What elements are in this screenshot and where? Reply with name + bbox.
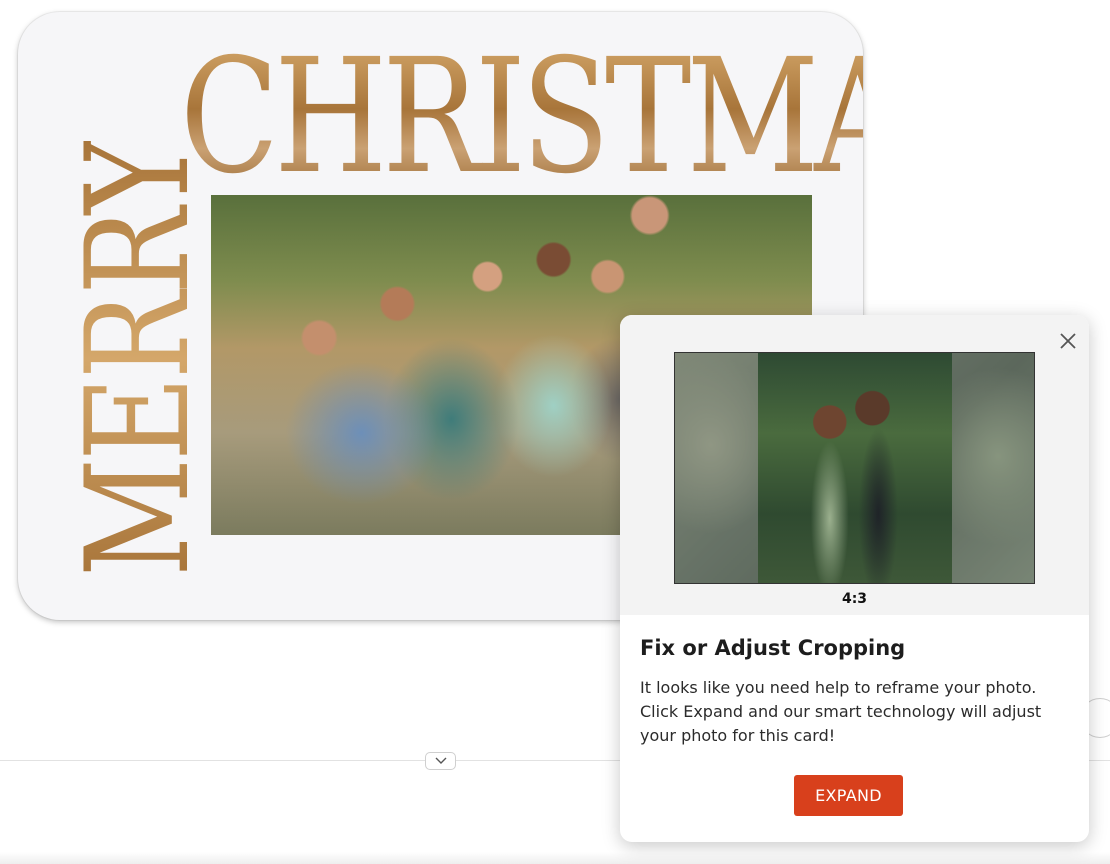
crop-shade-left — [675, 353, 758, 583]
crop-preview-image — [674, 352, 1035, 584]
editor-stage: CHRISTMAS MERRY 4:3 Fix or Adjust Croppi… — [0, 0, 1110, 864]
card-title-christmas: CHRISTMAS — [180, 38, 863, 196]
crop-help-dialog: 4:3 Fix or Adjust Cropping It looks like… — [620, 315, 1089, 842]
crop-preview-panel: 4:3 — [620, 315, 1089, 615]
expand-button[interactable]: EXPAND — [794, 775, 903, 816]
dialog-message: It looks like you need help to reframe y… — [640, 678, 1042, 745]
aspect-ratio-label: 4:3 — [841, 591, 868, 607]
crop-window — [758, 353, 952, 583]
crop-shade-right — [952, 353, 1034, 583]
dialog-title: Fix or Adjust Cropping — [640, 636, 906, 660]
card-title-merry: MERRY — [56, 140, 221, 578]
bottom-toolbar-edge — [0, 852, 1110, 864]
chevron-down-icon — [435, 757, 446, 764]
close-button[interactable] — [1056, 329, 1080, 353]
collapse-toggle-button[interactable] — [425, 752, 456, 770]
close-icon — [1060, 333, 1076, 349]
